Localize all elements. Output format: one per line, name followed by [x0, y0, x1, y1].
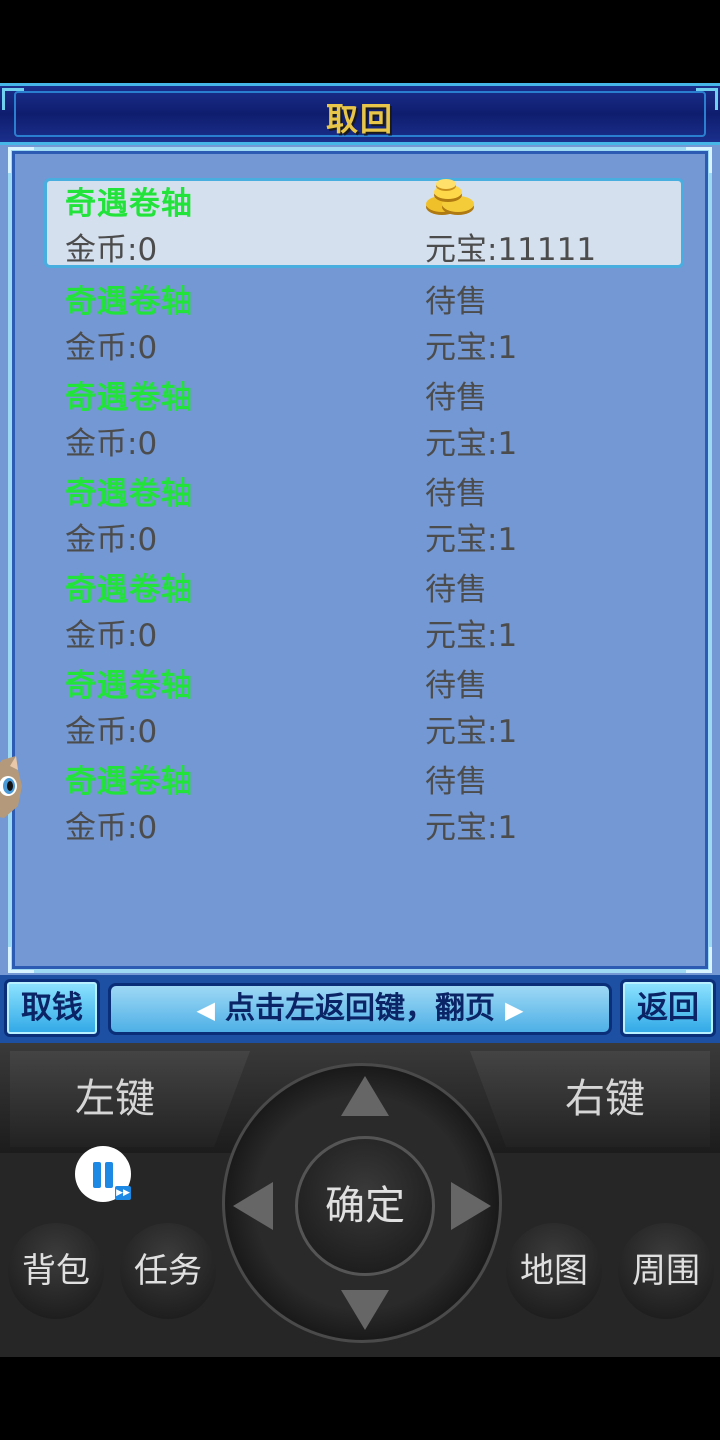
pause-bar: [105, 1162, 113, 1188]
left-soft-key[interactable]: 左键: [10, 1051, 250, 1147]
task-button[interactable]: 任务: [120, 1223, 216, 1319]
virtual-controller: 左键 右键 确定 ▶▶ 背包 任务 地图 周围: [0, 1043, 720, 1357]
game-screen: 取回 奇遇卷轴 金币:0 元宝:11111 奇遇卷轴 待售 金币:0 元宝:1 …: [0, 83, 720, 1043]
item-ingot-price: 元宝:1: [425, 330, 518, 366]
item-status: 待售: [425, 284, 487, 320]
item-list-panel: 奇遇卷轴 金币:0 元宝:11111 奇遇卷轴 待售 金币:0 元宝:1 奇遇卷…: [8, 147, 712, 973]
item-ingot-price: 元宝:1: [425, 618, 518, 654]
list-item[interactable]: 奇遇卷轴 待售 金币:0 元宝:1: [44, 370, 684, 466]
list-item[interactable]: 奇遇卷轴 待售 金币:0 元宝:1: [44, 658, 684, 754]
title-bar: 取回: [0, 83, 720, 145]
item-ingot-price: 元宝:1: [425, 714, 518, 750]
item-name: 奇遇卷轴: [65, 476, 193, 512]
item-gold-price: 金币:0: [65, 522, 158, 558]
pause-bar: [93, 1162, 101, 1188]
item-ingot-price: 元宝:1: [425, 810, 518, 846]
gold-ingots-icon: [426, 179, 474, 215]
panel-corner-ornament: [686, 947, 712, 973]
withdraw-money-button[interactable]: 取钱: [4, 979, 100, 1037]
list-item[interactable]: 奇遇卷轴 待售 金币:0 元宝:1: [44, 754, 684, 850]
item-status: 待售: [425, 668, 487, 704]
list-item[interactable]: 奇遇卷轴 待售 金币:0 元宝:1: [44, 562, 684, 658]
item-gold-price: 金币:0: [65, 330, 158, 366]
panel-corner-ornament: [8, 147, 34, 173]
panel-corner-ornament: [8, 947, 34, 973]
item-name: 奇遇卷轴: [65, 764, 193, 800]
item-ingot-price: 元宝:11111: [425, 232, 597, 268]
bag-button[interactable]: 背包: [8, 1223, 104, 1319]
panel-corner-ornament: [686, 147, 712, 173]
page-hint: ◀ 点击左返回键，翻页 ▶: [108, 983, 612, 1035]
window-title: 取回: [325, 100, 394, 138]
item-gold-price: 金币:0: [65, 232, 158, 268]
direction-pad: 确定: [222, 1063, 502, 1343]
item-status: 待售: [425, 572, 487, 608]
list-item[interactable]: 奇遇卷轴 待售 金币:0 元宝:1: [44, 466, 684, 562]
dpad-left-icon[interactable]: [233, 1182, 273, 1230]
right-soft-key[interactable]: 右键: [470, 1051, 710, 1147]
item-ingot-price: 元宝:1: [425, 426, 518, 462]
list-item[interactable]: 奇遇卷轴 待售 金币:0 元宝:1: [44, 274, 684, 370]
item-status: 待售: [425, 764, 487, 800]
item-name: 奇遇卷轴: [65, 186, 193, 222]
item-ingot-price: 元宝:1: [425, 522, 518, 558]
item-name: 奇遇卷轴: [65, 380, 193, 416]
item-status: 待售: [425, 476, 487, 512]
page-left-icon[interactable]: ◀: [197, 987, 215, 1033]
page-right-icon[interactable]: ▶: [505, 987, 523, 1033]
item-gold-price: 金币:0: [65, 810, 158, 846]
item-status: 待售: [425, 380, 487, 416]
bottom-command-bar: 取钱 ◀ 点击左返回键，翻页 ▶ 返回: [0, 975, 720, 1043]
list-item-selected[interactable]: 奇遇卷轴 金币:0 元宝:11111: [44, 178, 684, 268]
item-gold-price: 金币:0: [65, 618, 158, 654]
back-button[interactable]: 返回: [620, 979, 716, 1037]
item-name: 奇遇卷轴: [65, 668, 193, 704]
item-name: 奇遇卷轴: [65, 572, 193, 608]
item-gold-price: 金币:0: [65, 714, 158, 750]
pause-icon[interactable]: ▶▶: [75, 1146, 131, 1202]
item-name: 奇遇卷轴: [65, 284, 193, 320]
map-button[interactable]: 地图: [506, 1223, 602, 1319]
page-hint-text: 点击左返回键，翻页: [225, 991, 495, 1026]
item-gold-price: 金币:0: [65, 426, 158, 462]
fast-forward-icon: ▶▶: [115, 1186, 131, 1200]
nearby-button[interactable]: 周围: [618, 1223, 714, 1319]
pet-cat-icon[interactable]: [0, 756, 24, 820]
confirm-button[interactable]: 确定: [295, 1136, 435, 1276]
item-list: 奇遇卷轴 金币:0 元宝:11111 奇遇卷轴 待售 金币:0 元宝:1 奇遇卷…: [44, 178, 684, 850]
dpad-up-icon[interactable]: [341, 1076, 389, 1116]
dpad-down-icon[interactable]: [341, 1290, 389, 1330]
dpad-right-icon[interactable]: [451, 1182, 491, 1230]
